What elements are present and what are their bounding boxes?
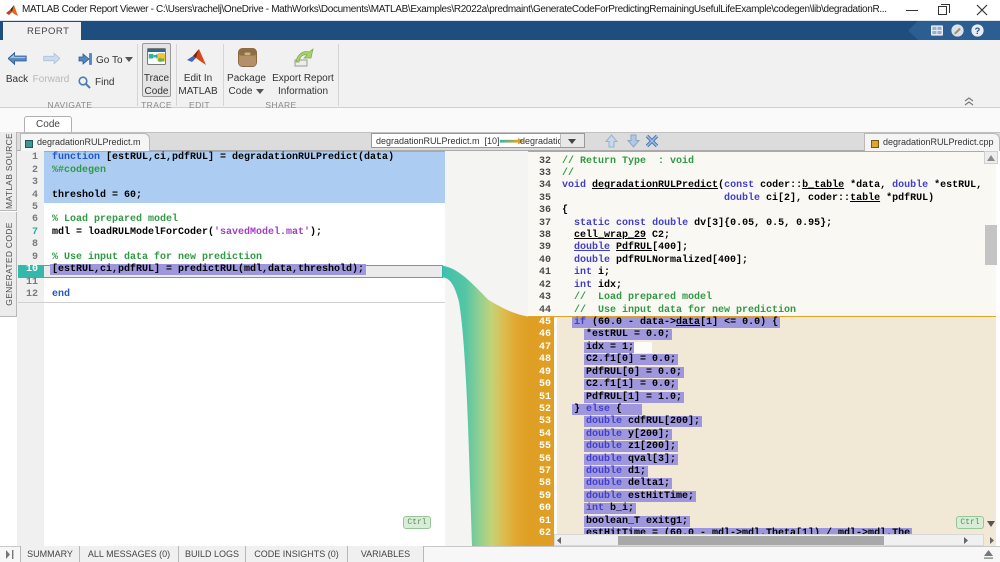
svg-text:?: ? [975, 26, 981, 36]
